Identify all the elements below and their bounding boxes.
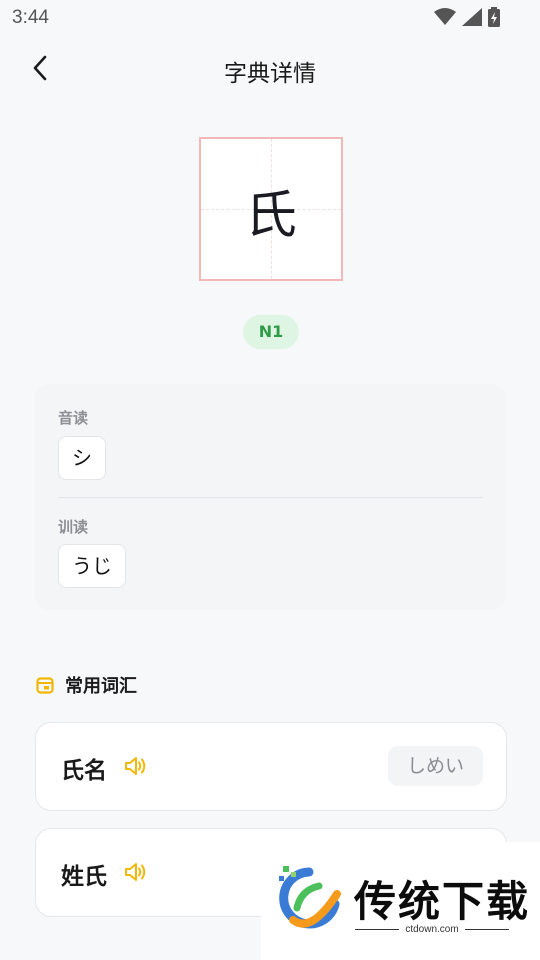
kanji-character: 氏 <box>244 186 297 246</box>
onyomi-label: 音读 <box>58 409 89 427</box>
speaker-icon[interactable] <box>124 755 148 777</box>
vocab-section-header: 常用词汇 <box>36 672 137 698</box>
onyomi-chip[interactable]: シ <box>58 436 106 480</box>
wifi-icon <box>434 8 456 25</box>
vocab-word: 氏名 <box>61 758 107 784</box>
watermark-url: ctdown.com <box>355 924 510 935</box>
vocab-reading-chip: しめい <box>387 746 483 786</box>
watermark: 传统下载 ctdown.com <box>261 842 540 960</box>
speaker-icon[interactable] <box>124 861 148 883</box>
kanji-writing-grid: 氏 <box>199 137 343 281</box>
vocab-section-title: 常用词汇 <box>65 676 137 697</box>
watermark-logo-icon <box>279 866 341 929</box>
signal-icon <box>462 8 482 26</box>
battery-charging-icon <box>488 7 500 27</box>
status-bar: 3:44 <box>0 0 540 36</box>
vocab-item[interactable]: 氏名 しめい <box>35 722 507 811</box>
jlpt-level-badge: N1 <box>243 315 299 349</box>
vocab-word: 姓氏 <box>61 864 107 890</box>
watermark-text: 传统下载 <box>354 877 531 926</box>
kunyomi-label: 训读 <box>58 518 89 536</box>
status-icons <box>434 7 500 27</box>
divider <box>58 497 483 498</box>
calendar-icon <box>36 677 54 694</box>
kunyomi-chip[interactable]: うじ <box>58 544 126 588</box>
watermark-url-text: ctdown.com <box>405 924 459 935</box>
status-time: 3:44 <box>12 7 49 28</box>
page-title: 字典详情 <box>224 61 316 87</box>
app-bar: 字典详情 <box>0 36 540 100</box>
readings-card: 音读 シ 训读 うじ <box>35 384 506 610</box>
